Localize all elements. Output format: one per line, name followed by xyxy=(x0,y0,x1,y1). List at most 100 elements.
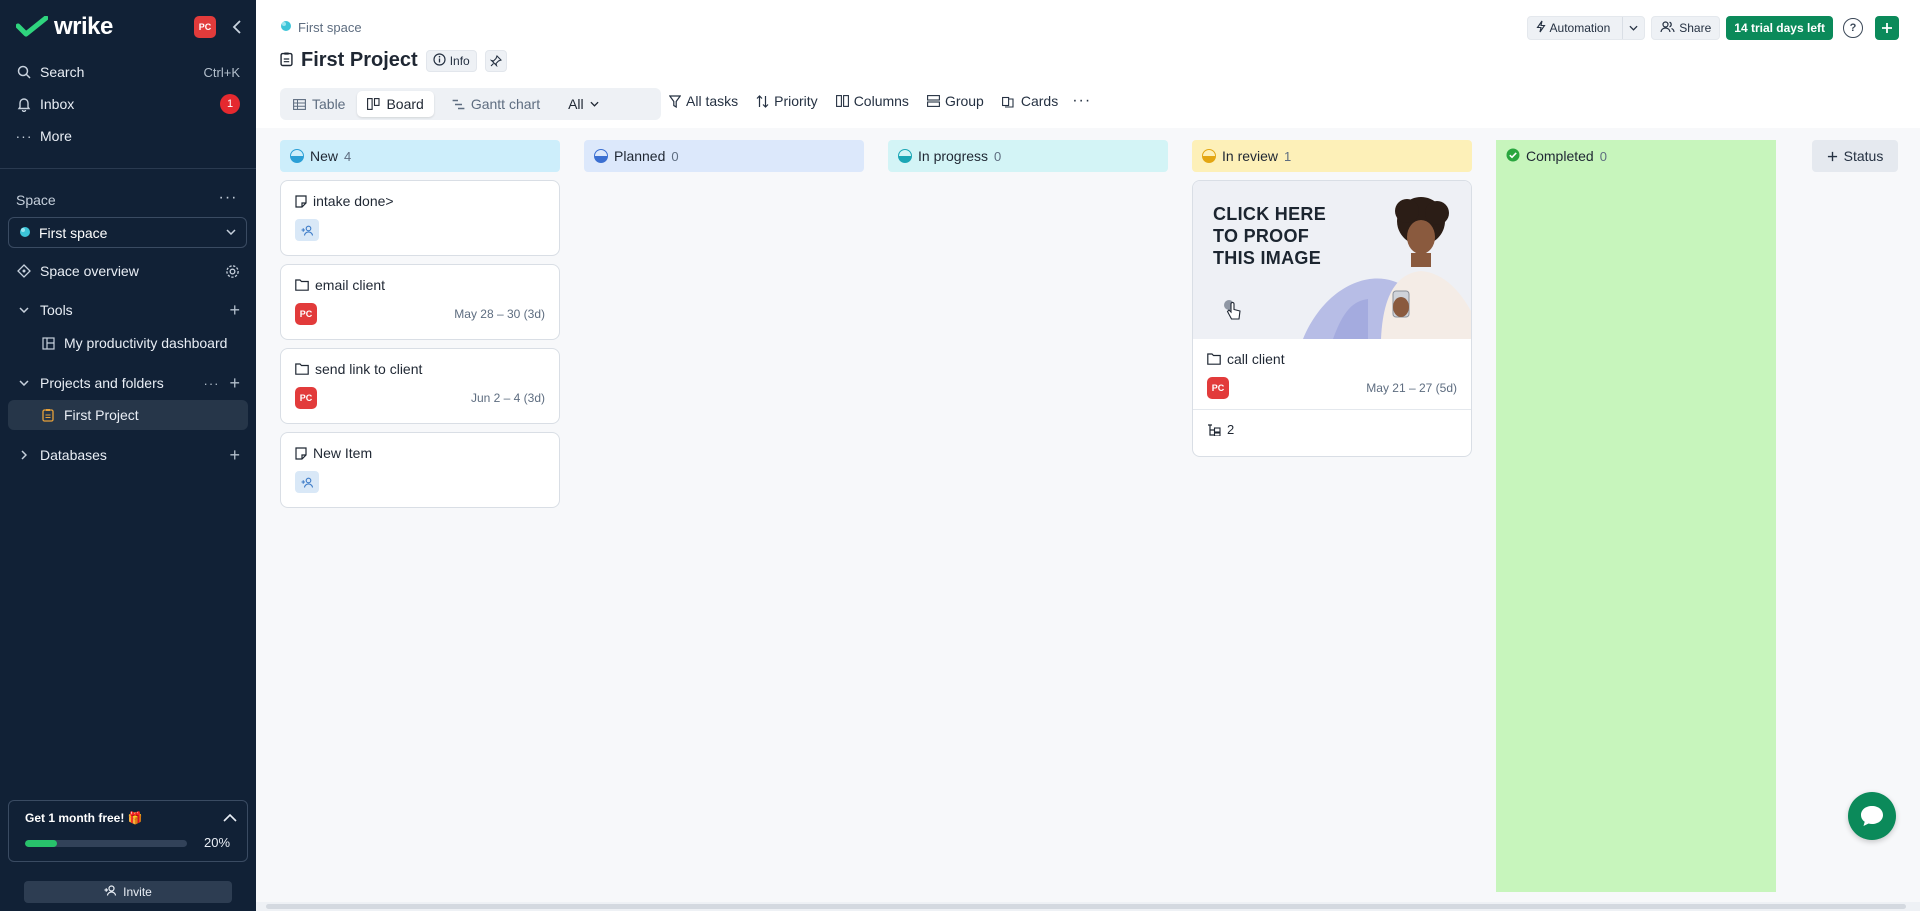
priority-sort[interactable]: Priority xyxy=(756,93,818,109)
task-card[interactable]: New Item xyxy=(280,432,560,508)
projects-more-icon[interactable]: ··· xyxy=(203,376,219,391)
column-planned: Planned 0 xyxy=(584,140,864,172)
page-title[interactable]: First Project xyxy=(301,49,418,72)
scrollbar-thumb[interactable] xyxy=(266,904,1906,909)
dashboard-icon xyxy=(40,335,56,351)
add-tool-icon[interactable]: + xyxy=(229,300,240,321)
task-dates[interactable]: Jun 2 – 4 (3d) xyxy=(471,391,545,405)
info-button[interactable]: Info xyxy=(425,49,477,72)
space-icon xyxy=(19,225,31,241)
task-card[interactable]: send link to client PC Jun 2 – 4 (3d) xyxy=(280,348,560,424)
gear-icon[interactable] xyxy=(225,264,240,279)
tab-board[interactable]: Board xyxy=(357,91,434,117)
share-label: Share xyxy=(1679,21,1712,35)
share-button[interactable]: Share xyxy=(1651,16,1721,40)
top-actions: Automation Share 14 trial days left ? xyxy=(1526,16,1899,40)
invite-button[interactable]: Invite xyxy=(24,881,232,903)
horizontal-scrollbar[interactable] xyxy=(256,902,1920,911)
chat-button[interactable] xyxy=(1848,792,1896,840)
breadcrumb[interactable]: First space xyxy=(280,20,362,35)
sort-icon xyxy=(756,94,769,108)
board-icon xyxy=(367,98,381,110)
views-all-dropdown[interactable]: All xyxy=(558,91,609,117)
column-header[interactable]: Planned 0 xyxy=(584,140,864,172)
column-header[interactable]: New 4 xyxy=(280,140,560,172)
chat-bubble-icon xyxy=(1861,806,1883,826)
tab-gantt-label: Gantt chart xyxy=(470,96,541,112)
search-item[interactable]: Search Ctrl+K xyxy=(8,57,248,87)
assignee-avatar[interactable]: PC xyxy=(1207,377,1229,399)
task-dates[interactable]: May 28 – 30 (3d) xyxy=(454,307,545,321)
automation-label: Automation xyxy=(1549,21,1611,35)
automation-button[interactable]: Automation xyxy=(1526,16,1646,40)
projects-folders-section[interactable]: Projects and folders ··· + xyxy=(8,368,248,398)
assign-user-icon[interactable] xyxy=(295,471,319,493)
wrike-logo[interactable]: wrike xyxy=(16,13,113,41)
add-status-label: Status xyxy=(1843,148,1884,164)
user-avatar[interactable]: PC xyxy=(194,16,216,38)
collapse-sidebar-button[interactable] xyxy=(226,16,248,38)
sidebar-item-first-project[interactable]: First Project xyxy=(8,400,248,430)
tab-table[interactable]: Table xyxy=(283,91,355,117)
sidebar: wrike PC Search Ctrl+K Inbox 1 ··· More … xyxy=(0,0,256,911)
trial-days-button[interactable]: 14 trial days left xyxy=(1726,16,1833,40)
status-in-review-icon xyxy=(1202,149,1216,163)
more-item[interactable]: ··· More xyxy=(8,121,248,151)
help-icon[interactable]: ? xyxy=(1843,18,1863,38)
task-card[interactable]: email client PC May 28 – 30 (3d) xyxy=(280,264,560,340)
promo-card[interactable]: Get 1 month free! 🎁 20% xyxy=(8,800,248,862)
tools-label: Tools xyxy=(40,302,73,318)
status-planned-icon xyxy=(594,149,608,163)
subtasks-row[interactable]: 2 xyxy=(1193,409,1471,449)
subtasks-count: 2 xyxy=(1227,422,1235,437)
column-name: Planned xyxy=(614,148,666,164)
column-header[interactable]: In review 1 xyxy=(1192,140,1472,172)
breadcrumb-space[interactable]: First space xyxy=(298,20,362,35)
add-new-button[interactable] xyxy=(1875,16,1899,40)
promo-progress-pct: 20% xyxy=(204,835,231,850)
column-header[interactable]: Completed 0 xyxy=(1496,140,1776,172)
gantt-icon xyxy=(452,99,465,109)
task-title: send link to client xyxy=(315,361,423,377)
space-selector[interactable]: First space xyxy=(8,217,247,248)
columns-button[interactable]: Columns xyxy=(835,93,909,109)
space-overview-item[interactable]: Space overview xyxy=(8,256,248,286)
chevron-up-icon[interactable] xyxy=(223,809,237,825)
add-project-icon[interactable]: + xyxy=(229,373,240,394)
task-card[interactable]: CLICK HERE TO PROOF THIS IMAGE call clie… xyxy=(1192,180,1472,457)
tab-gantt[interactable]: Gantt chart xyxy=(442,91,550,117)
inbox-label: Inbox xyxy=(40,96,75,112)
productivity-dashboard-item[interactable]: My productivity dashboard xyxy=(8,328,248,358)
promo-title: Get 1 month free! 🎁 xyxy=(25,811,143,825)
column-header[interactable]: In progress 0 xyxy=(888,140,1168,172)
assignee-avatar[interactable]: PC xyxy=(295,387,317,409)
main-area: First space First Project Info Automatio… xyxy=(256,0,1920,911)
databases-section[interactable]: Databases + xyxy=(8,440,248,470)
group-icon xyxy=(926,95,940,107)
task-card[interactable]: intake done> xyxy=(280,180,560,256)
column-name: In review xyxy=(1222,148,1279,164)
cards-button[interactable]: Cards xyxy=(1001,93,1058,109)
task-icon xyxy=(295,194,307,208)
group-button[interactable]: Group xyxy=(926,93,984,109)
tools-section[interactable]: Tools + xyxy=(8,295,248,325)
more-options-icon[interactable]: ··· xyxy=(1072,92,1091,110)
overview-icon xyxy=(16,263,32,279)
automation-dropdown[interactable] xyxy=(1622,17,1644,39)
assignee-avatar[interactable]: PC xyxy=(295,303,317,325)
hand-cursor-icon xyxy=(1224,300,1241,320)
add-database-icon[interactable]: + xyxy=(229,445,240,466)
column-count: 0 xyxy=(1599,148,1607,164)
task-dates[interactable]: May 21 – 27 (5d) xyxy=(1366,381,1457,395)
inbox-badge: 1 xyxy=(220,94,240,114)
chevron-down-icon xyxy=(590,101,599,107)
inbox-item[interactable]: Inbox 1 xyxy=(8,89,248,119)
bell-icon xyxy=(16,96,32,112)
pin-button[interactable] xyxy=(484,49,507,72)
column-in-review: In review 1 CLICK HERE TO PROOF THIS IMA… xyxy=(1192,140,1472,457)
add-status-button[interactable]: Status xyxy=(1812,140,1898,172)
space-more-icon[interactable]: ··· xyxy=(218,190,238,210)
all-tasks-filter[interactable]: All tasks xyxy=(669,93,738,109)
proof-image[interactable]: CLICK HERE TO PROOF THIS IMAGE xyxy=(1193,181,1471,339)
assign-user-icon[interactable] xyxy=(295,219,319,241)
